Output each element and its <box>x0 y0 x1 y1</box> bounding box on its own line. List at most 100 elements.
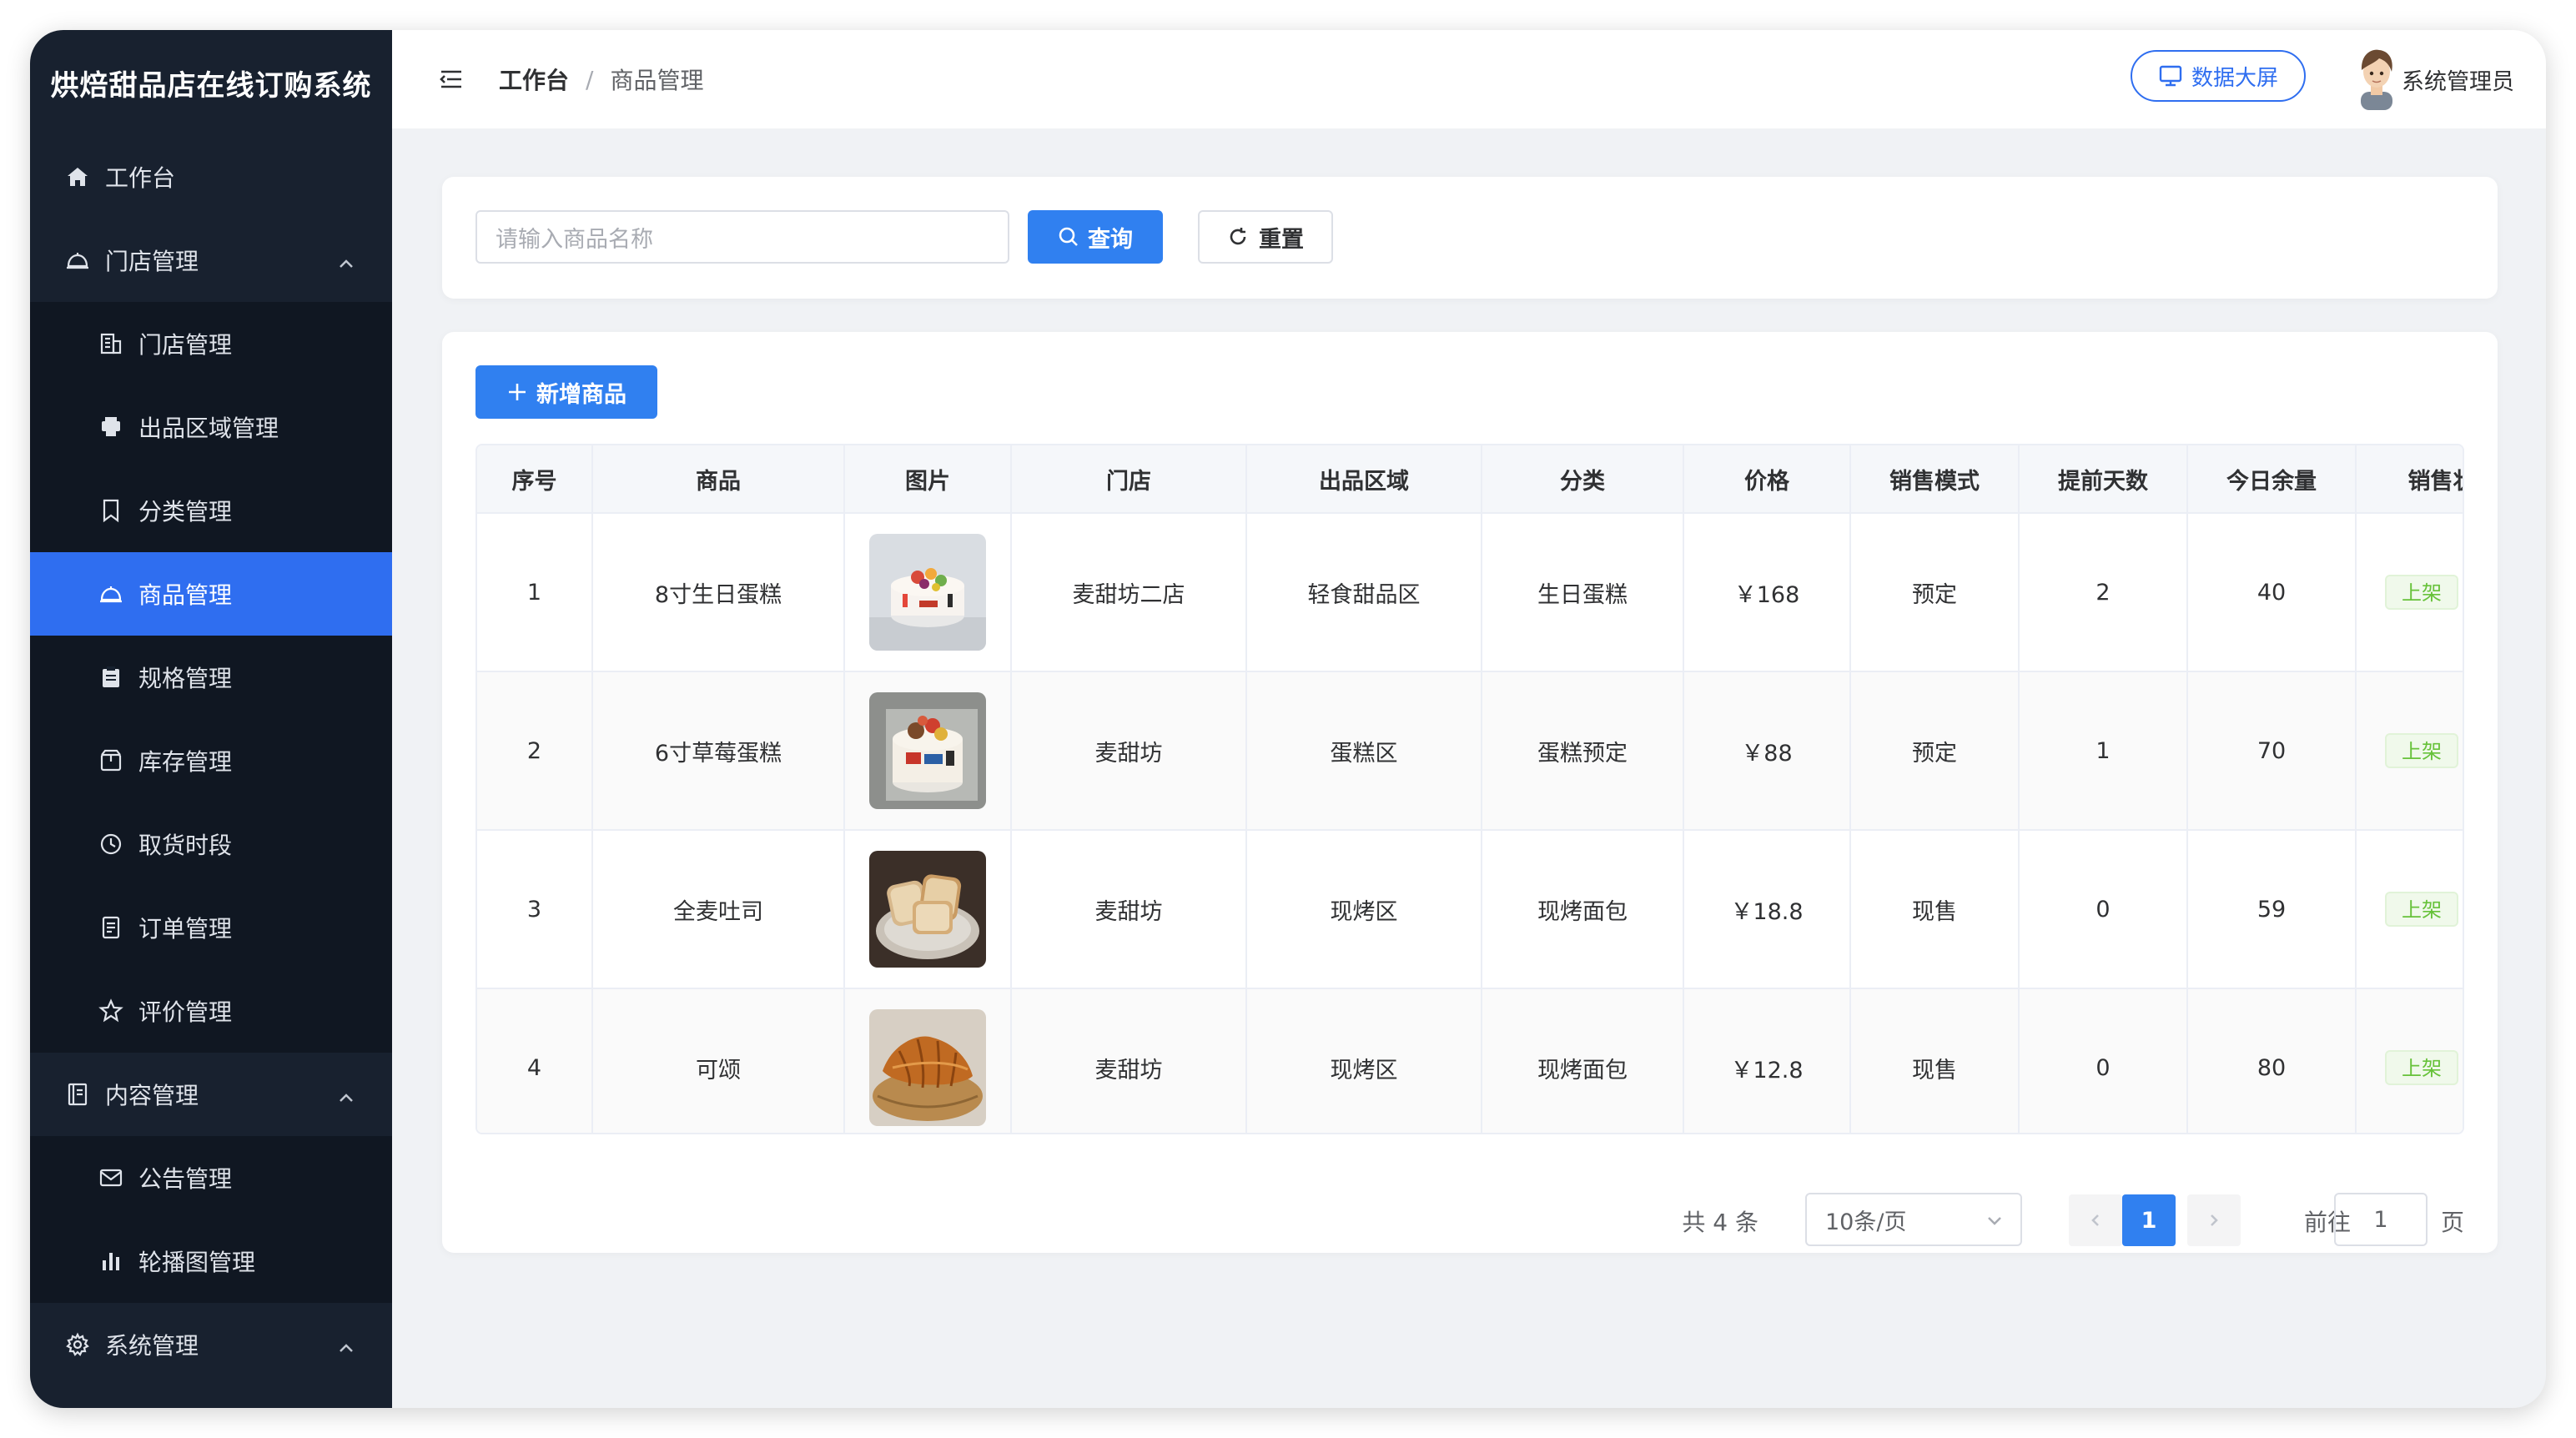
product-name-search-input[interactable]: 请输入商品名称 <box>475 210 1009 264</box>
cell-category: 蛋糕预定 <box>1482 671 1684 831</box>
sidebar-item-label: 公告管理 <box>138 1165 233 1193</box>
reset-label: 重置 <box>1259 226 1304 253</box>
clipboard-icon <box>97 663 125 691</box>
sidebar-item-6[interactable]: 规格管理 <box>30 636 392 719</box>
sidebar-item-label: 门店管理 <box>105 248 199 275</box>
page-size-value: 10条/页 <box>1825 1209 1907 1235</box>
cell-category: 现烤面包 <box>1482 988 1684 1133</box>
cell-area: 现烤区 <box>1246 830 1482 989</box>
status-badge: 上架 <box>2385 892 2458 927</box>
cloche-icon <box>63 246 92 274</box>
sidebar-item-label: 门店管理 <box>138 331 233 359</box>
page-number-current[interactable]: 1 <box>2122 1194 2176 1246</box>
table-row[interactable]: 3 全麦吐司 麦甜坊 现烤区 现烤面包 ￥18.8 现售 0 59 上架 <box>477 830 2463 989</box>
cell-store: 麦甜坊 <box>1011 830 1247 989</box>
refresh-icon <box>1230 228 1246 245</box>
column-header: 商品 <box>592 445 845 514</box>
cell-store: 麦甜坊 <box>1011 671 1247 831</box>
home-icon <box>63 163 92 191</box>
product-thumbnail[interactable] <box>869 534 986 651</box>
sidebar-item-12[interactable]: 公告管理 <box>30 1136 392 1219</box>
sidebar-item-label: 商品管理 <box>138 581 233 609</box>
app-title: 烘焙甜品店在线订购系统 <box>50 68 372 103</box>
product-thumbnail[interactable] <box>869 692 986 809</box>
avatar[interactable] <box>2346 43 2407 110</box>
status-cell: 上架 <box>2356 671 2463 831</box>
data-bigscreen-button[interactable]: 数据大屏 <box>2131 50 2306 102</box>
collapse-menu-icon[interactable] <box>439 67 464 92</box>
cell-name: 可颂 <box>592 988 845 1133</box>
sidebar-item-label: 工作台 <box>105 164 176 192</box>
product-table-panel: 新增商品 序号商品图片门店出品区域分类价格销售模式提前天数今日余量销售状态 18… <box>442 332 2498 1253</box>
product-thumbnail[interactable] <box>869 851 986 968</box>
search-panel: 请输入商品名称 查询 重置 <box>442 177 2498 299</box>
sidebar: 烘焙甜品店在线订购系统 工作台 门店管理 门店管理 出品区域管理 分类管理 商品管理 规格管… <box>30 30 392 1408</box>
cell-category: 现烤面包 <box>1482 830 1684 989</box>
status-cell: 上架 <box>2356 513 2463 672</box>
sidebar-item-2[interactable]: 门店管理 <box>30 302 392 385</box>
sidebar-item-11[interactable]: 内容管理 <box>30 1053 392 1136</box>
table-row[interactable]: 2 6寸草莓蛋糕 麦甜坊 蛋糕区 蛋糕预定 ￥88 预定 1 70 上架 <box>477 671 2463 831</box>
table-row[interactable]: 1 8寸生日蛋糕 麦甜坊二店 轻食甜品区 生日蛋糕 ￥168 预定 2 40 上架 <box>477 513 2463 672</box>
page-size-select[interactable]: 10条/页 <box>1805 1193 2022 1246</box>
sidebar-item-10[interactable]: 评价管理 <box>30 969 392 1053</box>
sidebar-item-label: 取货时段 <box>138 832 233 859</box>
sidebar-item-7[interactable]: 库存管理 <box>30 719 392 802</box>
sidebar-item-13[interactable]: 轮播图管理 <box>30 1219 392 1303</box>
bigscreen-label: 数据大屏 <box>2191 65 2278 91</box>
next-page-button[interactable] <box>2187 1194 2241 1246</box>
sidebar-item-14[interactable]: 系统管理 <box>30 1303 392 1386</box>
cell-days: 0 <box>2019 830 2188 989</box>
clock-icon <box>97 830 125 858</box>
cell-area: 蛋糕区 <box>1246 671 1482 831</box>
cell-stock: 59 <box>2187 830 2357 989</box>
column-header: 出品区域 <box>1246 445 1482 514</box>
product-image-cell <box>844 988 1012 1133</box>
username[interactable]: 系统管理员 <box>2402 63 2514 96</box>
sidebar-item-4[interactable]: 分类管理 <box>30 469 392 552</box>
query-button[interactable]: 查询 <box>1028 210 1163 264</box>
table-header-row: 序号商品图片门店出品区域分类价格销售模式提前天数今日余量销售状态 <box>477 445 2463 514</box>
product-table[interactable]: 序号商品图片门店出品区域分类价格销售模式提前天数今日余量销售状态 18寸生日蛋糕… <box>475 444 2464 1134</box>
product-image-cell <box>844 671 1012 831</box>
sidebar-item-9[interactable]: 订单管理 <box>30 886 392 969</box>
cell-index: 2 <box>477 671 593 831</box>
cell-mode: 现售 <box>1850 830 2020 989</box>
column-header: 门店 <box>1011 445 1247 514</box>
prev-page-button[interactable] <box>2069 1194 2122 1246</box>
chevron-down-icon <box>1988 1217 2001 1225</box>
sidebar-item-label: 内容管理 <box>105 1082 199 1109</box>
add-product-button[interactable]: 新增商品 <box>475 365 657 419</box>
cell-mode: 现售 <box>1850 988 2020 1133</box>
monitor-icon <box>2159 65 2182 87</box>
query-label: 查询 <box>1088 226 1133 253</box>
document-icon <box>97 913 125 942</box>
chevron-up-icon <box>337 1085 355 1104</box>
cell-index: 3 <box>477 830 593 989</box>
add-product-label: 新增商品 <box>536 381 626 408</box>
sidebar-item-label: 库存管理 <box>138 748 233 776</box>
reset-button[interactable]: 重置 <box>1198 210 1333 264</box>
goto-page-input[interactable]: 1 <box>2334 1193 2428 1246</box>
pagination: 共 4 条 10条/页 1 前往 1 页 <box>442 1193 2498 1248</box>
cell-stock: 40 <box>2187 513 2357 672</box>
header: 工作台 / 商品管理 数据大屏 系统管理员 <box>392 30 2546 128</box>
sidebar-item-1[interactable]: 门店管理 <box>30 219 392 302</box>
cell-store: 麦甜坊 <box>1011 988 1247 1133</box>
building-icon <box>97 329 125 358</box>
sidebar-item-label: 分类管理 <box>138 498 233 525</box>
breadcrumb-current: 商品管理 <box>610 67 704 94</box>
table-row[interactable]: 4 可颂 麦甜坊 现烤区 现烤面包 ￥12.8 现售 0 80 上架 <box>477 988 2463 1133</box>
column-header: 提前天数 <box>2019 445 2188 514</box>
product-thumbnail[interactable] <box>869 1009 986 1126</box>
breadcrumb-home[interactable]: 工作台 <box>499 63 569 96</box>
column-header: 销售模式 <box>1850 445 2020 514</box>
sidebar-item-8[interactable]: 取货时段 <box>30 802 392 886</box>
sidebar-item-5[interactable]: 商品管理 <box>30 552 392 636</box>
sidebar-menu: 工作台 门店管理 门店管理 出品区域管理 分类管理 商品管理 规格管理 库存管理 取货时段 订单管… <box>30 135 392 1386</box>
sidebar-item-3[interactable]: 出品区域管理 <box>30 385 392 469</box>
sidebar-item-0[interactable]: 工作台 <box>30 135 392 219</box>
notebook-icon <box>63 1080 92 1109</box>
sidebar-item-label: 订单管理 <box>138 915 233 943</box>
cell-mode: 预定 <box>1850 513 2020 672</box>
